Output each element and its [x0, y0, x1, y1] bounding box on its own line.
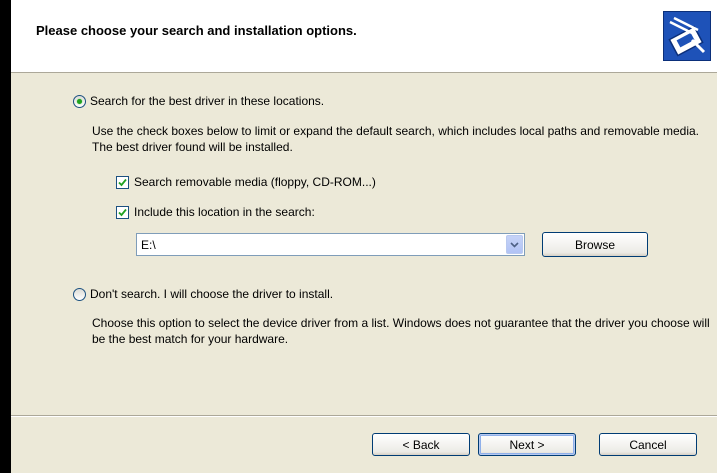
page-title: Please choose your search and installati… — [36, 23, 357, 38]
browse-button[interactable]: Browse — [542, 232, 648, 257]
location-combobox[interactable]: E:\ — [136, 233, 525, 256]
hardware-wizard-dialog: Please choose your search and installati… — [11, 0, 717, 473]
back-button[interactable]: < Back — [372, 433, 470, 456]
cancel-button[interactable]: Cancel — [599, 433, 697, 456]
next-button[interactable]: Next > — [478, 433, 576, 456]
search-option-description: Use the check boxes below to limit or ex… — [92, 124, 700, 154]
chevron-down-icon[interactable] — [506, 235, 523, 254]
dont-search-option-description: Choose this option to select the device … — [92, 316, 710, 346]
include-location-checkbox[interactable]: Include this location in the search: — [116, 204, 315, 220]
wizard-header: Please choose your search and installati… — [11, 0, 717, 73]
dont-search-option-radio[interactable]: Don't search. I will choose the driver t… — [73, 286, 333, 302]
location-value[interactable]: E:\ — [141, 238, 156, 252]
removable-media-label: Search removable media (floppy, CD-ROM..… — [134, 175, 376, 189]
removable-media-checkbox[interactable]: Search removable media (floppy, CD-ROM..… — [116, 174, 376, 190]
checkbox-checked-icon[interactable] — [116, 175, 129, 189]
radio-unselected-icon[interactable] — [73, 287, 86, 301]
hardware-wizard-icon — [663, 11, 711, 61]
dont-search-option-label: Don't search. I will choose the driver t… — [90, 287, 334, 301]
search-option-radio[interactable]: Search for the best driver in these loca… — [73, 93, 324, 109]
bottom-divider — [11, 415, 717, 417]
include-location-label: Include this location in the search: — [134, 205, 315, 219]
search-option-label: Search for the best driver in these loca… — [90, 94, 325, 108]
radio-selected-icon[interactable] — [73, 94, 86, 108]
checkbox-checked-icon[interactable] — [116, 205, 129, 219]
